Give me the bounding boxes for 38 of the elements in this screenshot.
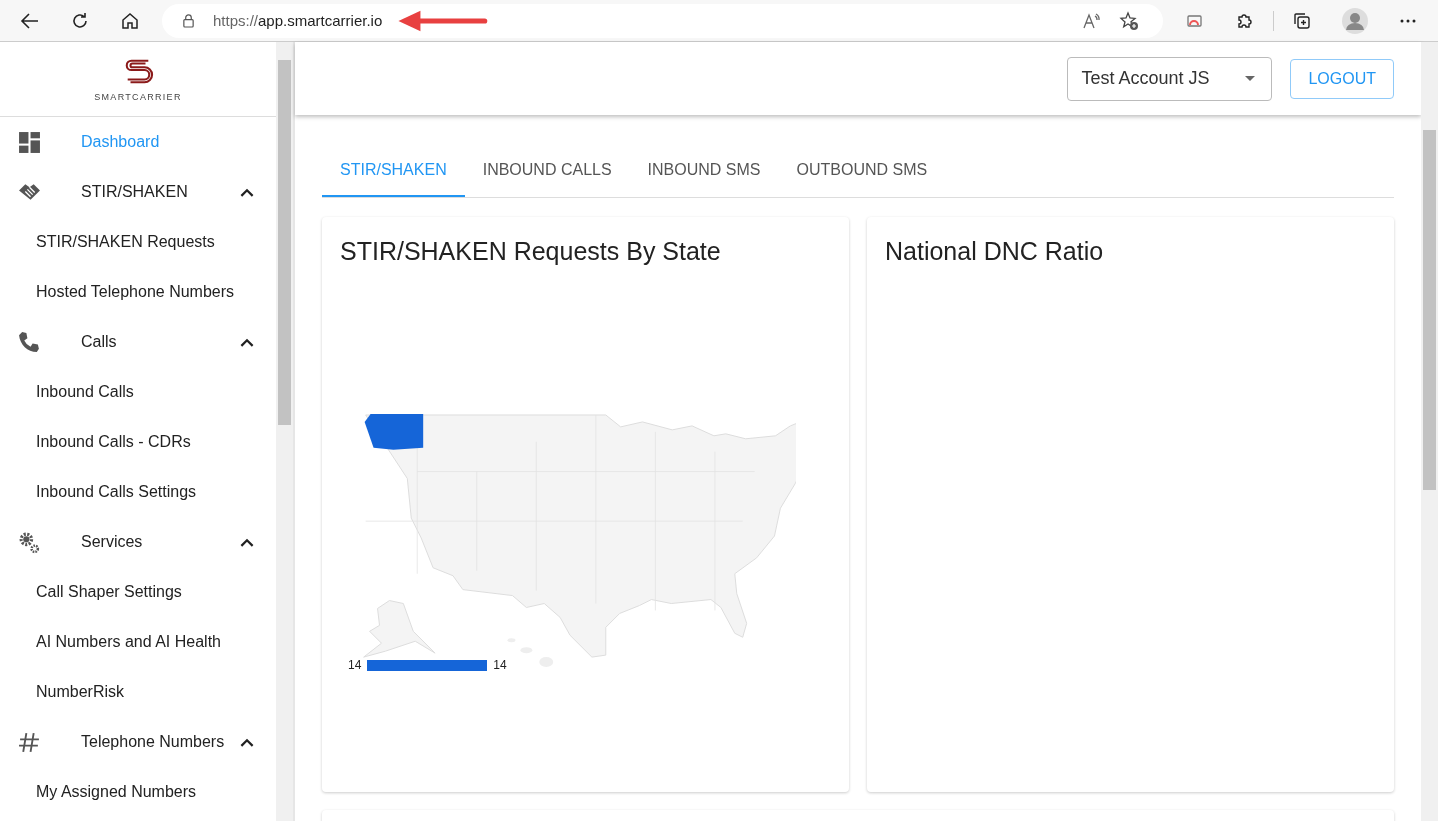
sidebar-item[interactable]: Call Shaper Settings	[0, 567, 276, 617]
lock-icon	[182, 13, 195, 28]
hash-icon	[18, 730, 41, 754]
logo-text: SMARTCARRIER	[94, 92, 182, 102]
legend-min-label: 14	[348, 658, 362, 672]
sidebar-group[interactable]: Calls	[0, 317, 276, 367]
reload-icon[interactable]	[70, 10, 90, 31]
sidebar-item[interactable]: Inbound Calls - CDRs	[0, 417, 276, 467]
sidebar-item[interactable]: STIR/SHAKEN Requests	[0, 217, 276, 267]
sidebar-group[interactable]: STIR/SHAKEN	[0, 167, 276, 217]
scrollbar[interactable]	[276, 42, 293, 821]
caret-icon	[1245, 76, 1256, 81]
address-bar[interactable]: https://app.smartcarrier.io	[162, 3, 1163, 38]
tab[interactable]: OUTBOUND SMS	[778, 145, 946, 197]
profile-icon[interactable]	[1342, 7, 1368, 34]
gears-icon	[18, 530, 41, 554]
sidebar-group[interactable]: Telephone Numbers	[0, 717, 276, 767]
scrollbar[interactable]	[1421, 42, 1438, 821]
card-title: National DNC Ratio	[885, 237, 1104, 266]
sidebar-item[interactable]: Inbound Calls	[0, 367, 276, 417]
sidebar-item[interactable]: Inbound Calls Settings	[0, 467, 276, 517]
sidebar-item[interactable]: My Assigned Numbers	[0, 767, 276, 817]
account-select[interactable]: Test Account JS	[1067, 56, 1273, 101]
tab[interactable]: INBOUND SMS	[629, 145, 779, 197]
card-title: STIR/SHAKEN Requests By State	[340, 237, 721, 266]
add-tab-icon[interactable]	[1292, 10, 1312, 31]
sidebar-item[interactable]: AI Numbers and AI Health	[0, 617, 276, 667]
tab[interactable]: INBOUND CALLS	[464, 145, 630, 197]
legend-max-label: 14	[493, 658, 507, 672]
phone-icon	[18, 330, 41, 354]
sidebar-group[interactable]: Services	[0, 517, 276, 567]
dashboard-icon	[18, 130, 41, 154]
sidebar-item[interactable]: Hosted Telephone Numbers	[0, 267, 276, 317]
url-text: https://app.smartcarrier.io	[213, 12, 383, 29]
star-add-icon[interactable]	[1119, 10, 1139, 31]
sidebar-item[interactable]: NumberRisk	[0, 667, 276, 717]
home-icon[interactable]	[120, 10, 140, 31]
back-icon[interactable]	[20, 10, 40, 31]
